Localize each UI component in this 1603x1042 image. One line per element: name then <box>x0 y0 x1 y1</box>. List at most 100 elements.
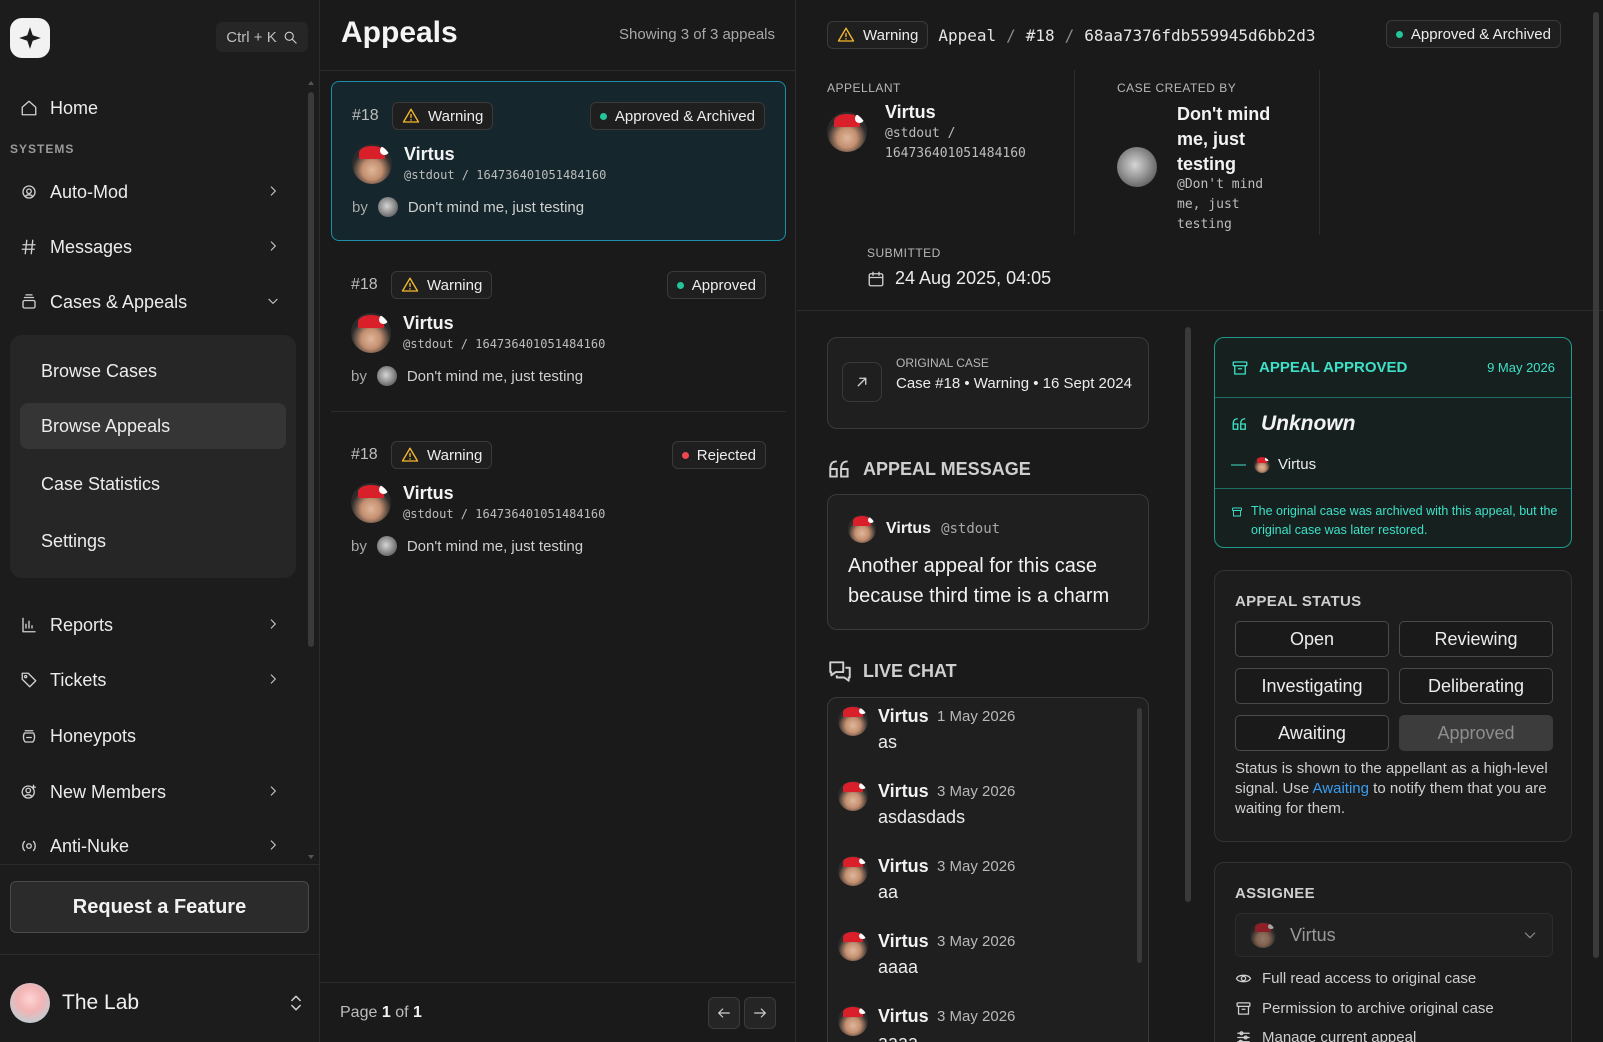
creator-name-line: Don't mind <box>1177 104 1271 124</box>
chat-scrollbar[interactable] <box>1137 708 1142 963</box>
chevron-down-icon <box>268 298 278 304</box>
next-page-button[interactable] <box>744 997 776 1029</box>
server-switcher[interactable]: The Lab <box>10 982 310 1024</box>
nav-reports[interactable]: Reports <box>10 605 296 645</box>
nav-reports-label: Reports <box>50 614 114 635</box>
subnav-browse-appeals[interactable]: Browse Appeals <box>20 403 286 449</box>
user-plus-icon <box>21 784 37 799</box>
appeal-card[interactable]: #18 Warning Approved & Archived Virtus @… <box>331 81 786 241</box>
chat-message: Virtus 3 May 2026 asdasdads <box>838 773 1128 833</box>
archive-icon <box>1236 1002 1251 1015</box>
message-author: Virtus @stdout <box>848 515 1000 543</box>
arrow-left-icon <box>718 1008 730 1018</box>
approval-reason-text: Unknown <box>1261 412 1356 435</box>
subnav-case-statistics[interactable]: Case Statistics <box>20 461 286 507</box>
search-shortcut-button[interactable]: Ctrl + K <box>216 22 308 52</box>
chevron-right-icon <box>270 241 276 251</box>
avatar <box>1250 922 1276 948</box>
case-number: #18 <box>352 107 379 124</box>
nav-cases-appeals[interactable]: Cases & Appeals <box>10 282 296 322</box>
type-badge: Warning <box>827 21 929 49</box>
type-badge-label: Warning <box>427 446 483 464</box>
permission-item: Manage current appeal <box>1235 1029 1416 1042</box>
status-reviewing-button[interactable]: Reviewing <box>1399 621 1553 657</box>
breadcrumb-case[interactable]: #18 <box>1026 26 1055 45</box>
warning-icon <box>837 27 855 42</box>
content-scrollbar[interactable] <box>1185 327 1191 902</box>
dash-icon: — <box>1231 456 1246 473</box>
cases-subnav: Browse Cases Browse Appeals Case Statist… <box>10 335 296 578</box>
nav-home[interactable]: Home <box>10 88 296 128</box>
original-case-text: Case #18 • Warning • 16 Sept 2024 <box>896 375 1132 392</box>
nav-new-members[interactable]: New Members <box>10 772 296 812</box>
live-chat-log[interactable]: Virtus 1 May 2026 as Virtus 3 May 2026 a… <box>827 697 1149 1042</box>
appeal-approved-panel: APPEAL APPROVED 9 May 2026 Unknown — Vir… <box>1214 337 1572 548</box>
radar-icon <box>22 840 36 852</box>
avatar <box>351 313 391 353</box>
nav-automod[interactable]: Auto-Mod <box>10 172 296 212</box>
prev-page-button[interactable] <box>708 997 740 1029</box>
status-badge-label: Approved & Archived <box>1410 25 1551 43</box>
detail-scrollbar[interactable] <box>1593 12 1599 958</box>
appeals-list-panel: Appeals Showing 3 of 3 appeals #18 Warni… <box>320 0 796 1042</box>
app-logo[interactable] <box>10 18 50 58</box>
avatar <box>838 856 868 886</box>
sidebar-scrollbar[interactable] <box>308 80 314 860</box>
sidebar-scroll-thumb[interactable] <box>308 92 314 647</box>
nav-messages[interactable]: Messages <box>10 227 296 267</box>
status-investigating-button[interactable]: Investigating <box>1235 668 1389 704</box>
sidebar-divider <box>0 954 320 955</box>
external-link-button <box>842 362 882 402</box>
status-dot <box>681 451 689 459</box>
divider <box>1215 488 1571 489</box>
subnav-browse-cases[interactable]: Browse Cases <box>20 348 286 394</box>
chat-author: Virtus <box>878 1006 929 1026</box>
search-shortcut-label: Ctrl + K <box>226 28 277 46</box>
chevron-right-icon <box>270 186 276 196</box>
nav-cases-label: Cases & Appeals <box>50 291 188 312</box>
original-case-label: ORIGINAL CASE <box>896 356 989 370</box>
appellant-handle: @stdout / 164736401051484160 <box>403 337 606 351</box>
chat-date: 3 May 2026 <box>937 1008 1016 1025</box>
appellant-name: Virtus <box>403 483 454 503</box>
chat-text: as <box>878 732 898 752</box>
chat-text: aaaa <box>878 957 919 977</box>
original-case-link[interactable]: ORIGINAL CASE Case #18 • Warning • 16 Se… <box>827 337 1149 429</box>
status-help-link[interactable]: Awaiting <box>1313 780 1369 797</box>
created-by: by Don't mind me, just testing <box>351 536 583 556</box>
appeal-card[interactable]: #18 Warning Approved Virtus @stdout / 16… <box>331 251 786 411</box>
type-badge: Warning <box>392 102 494 130</box>
nav-anti-nuke[interactable]: Anti-Nuke <box>10 826 296 866</box>
appeal-message-heading-text: APPEAL MESSAGE <box>863 458 1031 479</box>
breadcrumb-separator: / <box>1006 25 1016 45</box>
message-author-name: Virtus <box>886 520 932 537</box>
quote-icon <box>1232 418 1246 430</box>
appellant-handle: @stdout / 164736401051484160 <box>403 507 606 521</box>
chat-author: Virtus <box>878 856 929 876</box>
assignee-panel: ASSIGNEE Virtus Full read access to orig… <box>1214 862 1572 1042</box>
appeal-card[interactable]: #18 Warning Rejected Virtus @stdout / 16… <box>331 421 786 581</box>
chat-message: Virtus 3 May 2026 aaaa <box>838 923 1128 983</box>
chat-text: aaaa <box>878 1032 919 1042</box>
status-deliberating-button[interactable]: Deliberating <box>1399 668 1553 704</box>
request-feature-button[interactable]: Request a Feature <box>10 881 309 933</box>
avatar <box>352 144 392 184</box>
breadcrumb-appeal[interactable]: Appeal <box>938 26 996 45</box>
status-approved-button[interactable]: Approved <box>1399 715 1553 751</box>
creator-name: Don't mind me, just testing <box>1177 102 1270 177</box>
case-number: #18 <box>351 446 378 463</box>
subnav-settings[interactable]: Settings <box>20 518 286 564</box>
appeals-count: Showing 3 of 3 appeals <box>619 26 775 43</box>
status-badge-label: Approved & Archived <box>614 107 755 125</box>
nav-tickets[interactable]: Tickets <box>10 660 296 700</box>
assignee-select[interactable]: Virtus <box>1235 913 1553 957</box>
status-awaiting-button[interactable]: Awaiting <box>1235 715 1389 751</box>
avatar <box>376 366 397 386</box>
status-open-button[interactable]: Open <box>1235 621 1389 657</box>
nav-honeypots[interactable]: Honeypots <box>10 716 296 756</box>
chevron-right-icon <box>270 619 276 629</box>
sparkle-icon <box>19 27 41 49</box>
avatar <box>838 1006 868 1036</box>
section-label-systems: SYSTEMS <box>10 142 75 156</box>
chevron-right-icon <box>270 674 276 684</box>
